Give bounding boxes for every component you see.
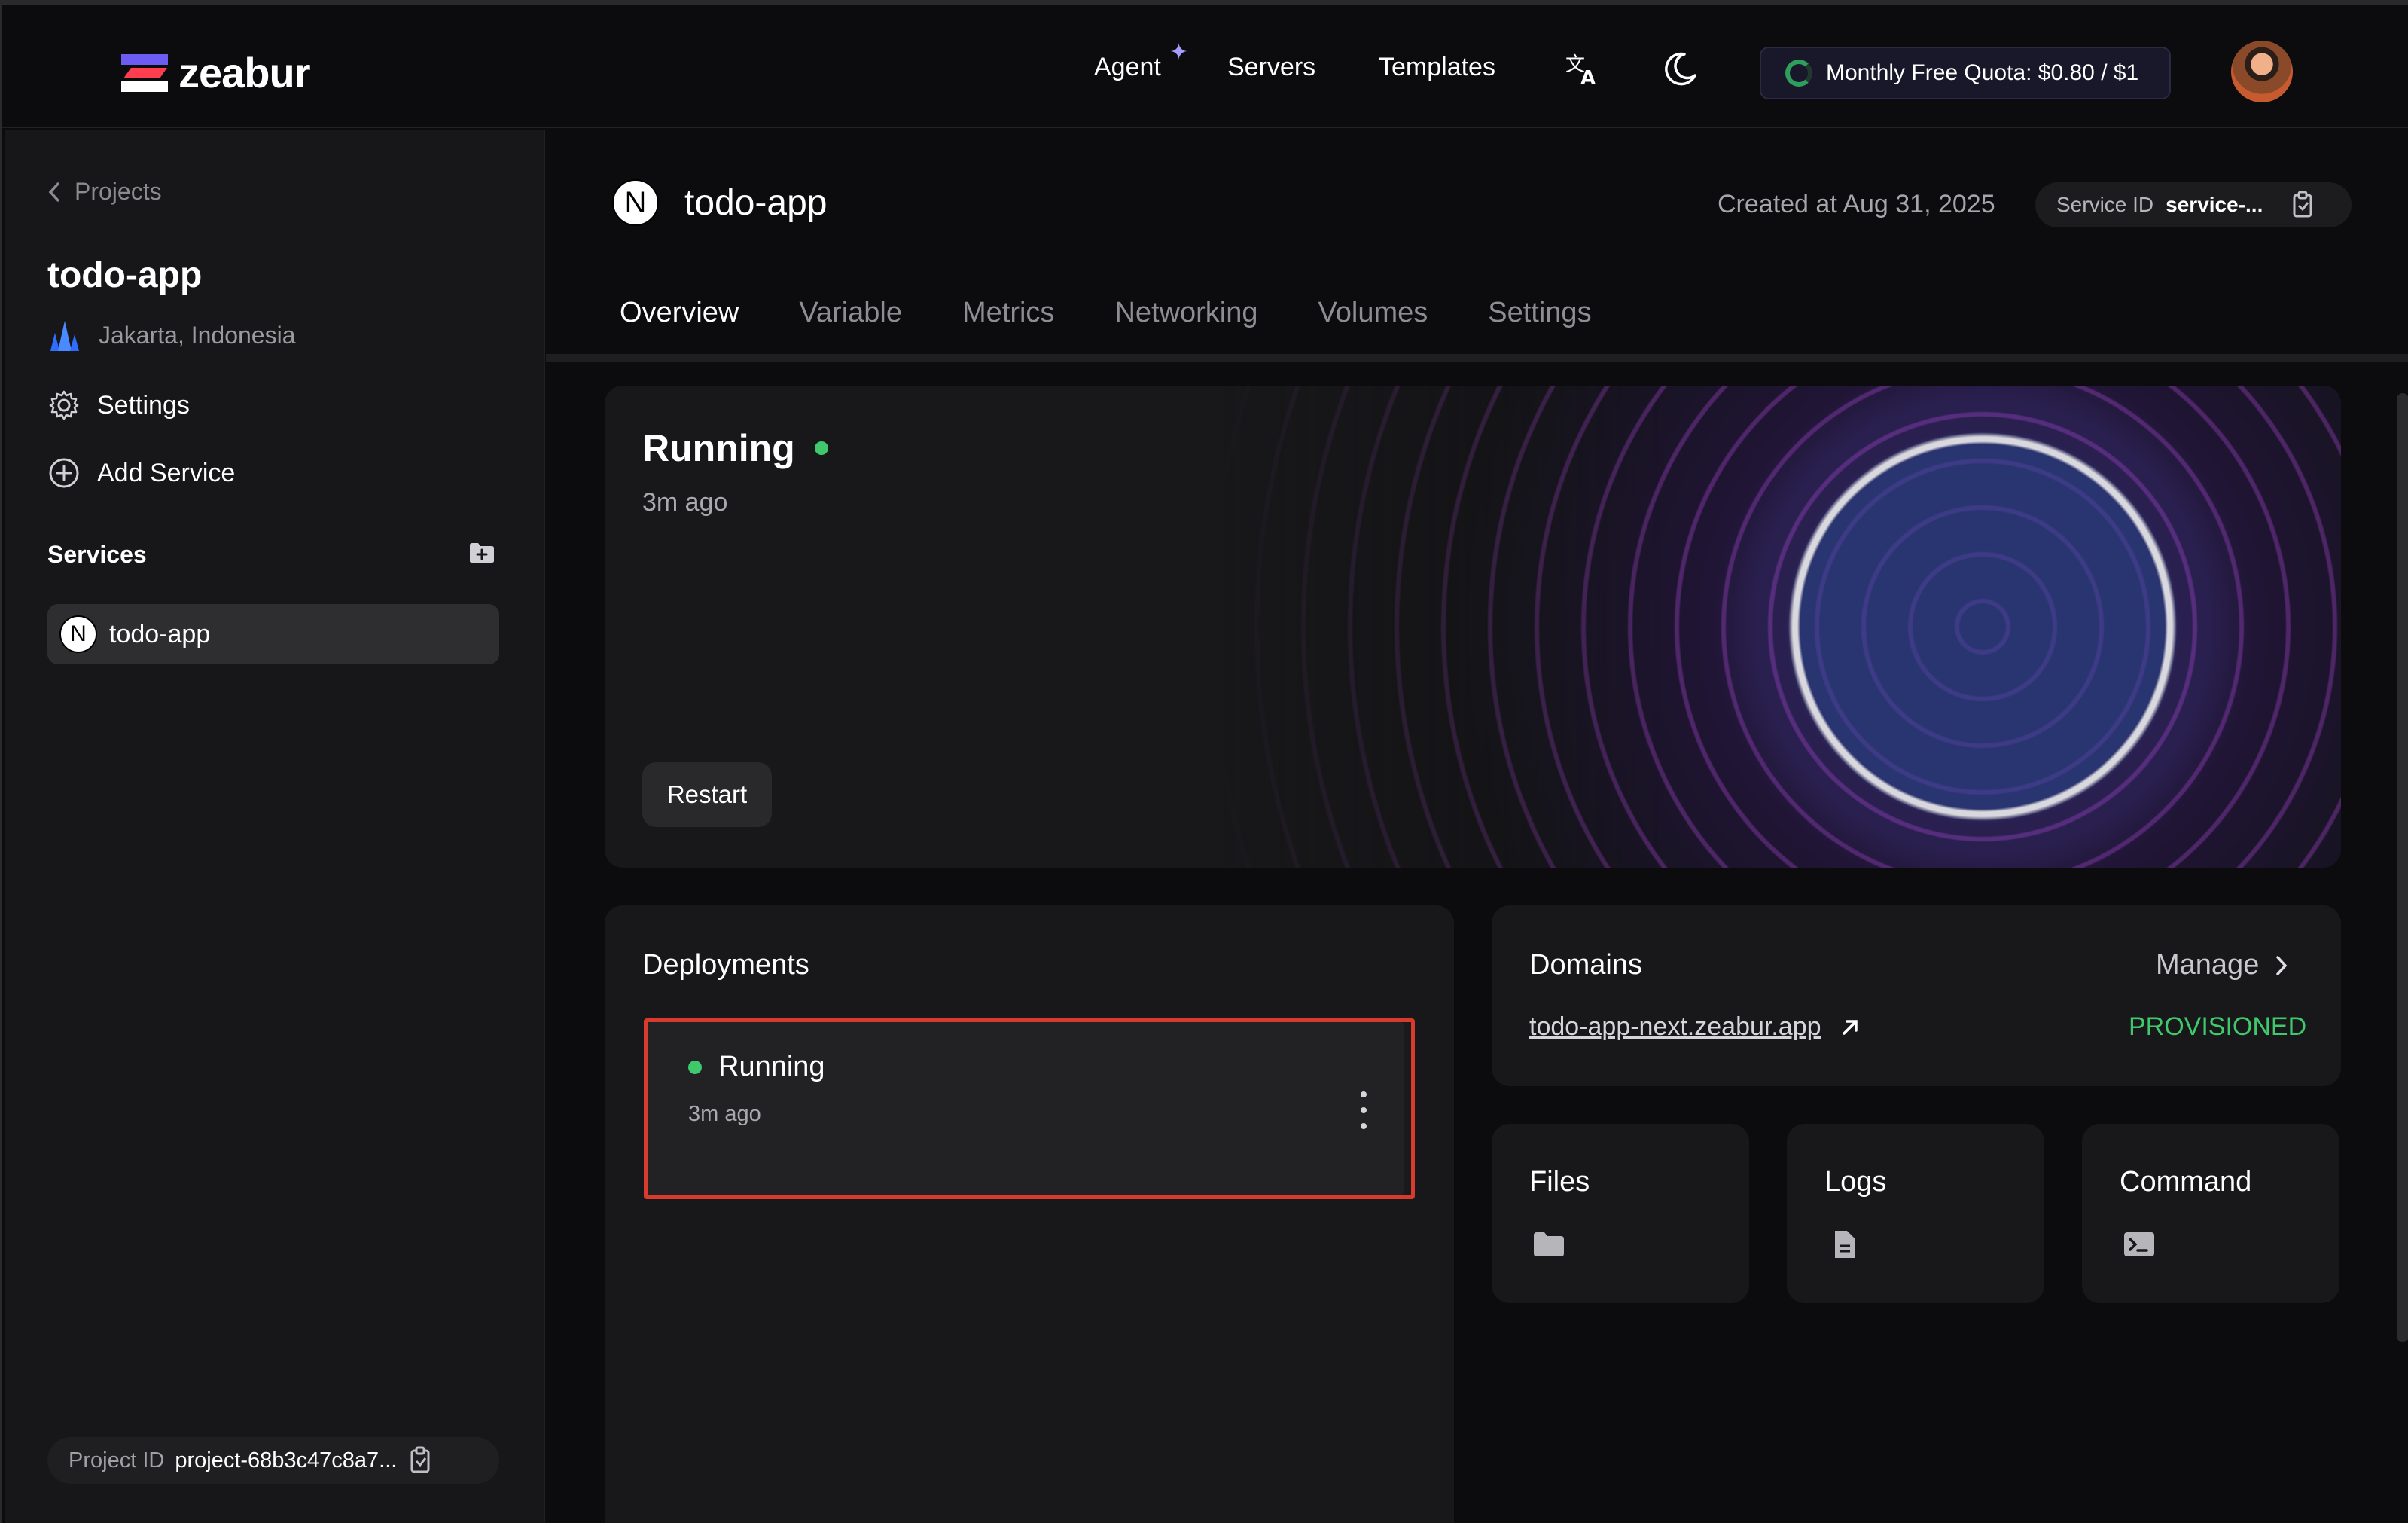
command-label: Command <box>2120 1166 2252 1198</box>
zeabur-logo[interactable]: zeabur <box>121 48 310 97</box>
nextjs-logo-icon: N <box>612 179 659 226</box>
nav-servers[interactable]: Servers <box>1227 53 1315 82</box>
service-tabs: Overview Variable Metrics Networking Vol… <box>620 297 1592 329</box>
region-flame-icon <box>50 321 79 351</box>
chevron-left-icon <box>48 182 59 202</box>
files-card[interactable]: Files <box>1492 1124 1749 1303</box>
tab-divider <box>546 354 2408 362</box>
tab-variable[interactable]: Variable <box>799 297 902 329</box>
command-card[interactable]: Command <box>2082 1124 2339 1303</box>
services-heading: Services <box>47 541 147 568</box>
folder-icon <box>1534 1232 1564 1256</box>
service-id-pill: Service ID service-... <box>2035 182 2352 227</box>
external-link-icon <box>1842 1019 1858 1035</box>
quota-text: Monthly Free Quota: $0.80 / $1 <box>1826 60 2139 85</box>
deployment-status-label: Running <box>718 1051 825 1082</box>
project-id-value: project-68b3c47c8a7... <box>175 1448 398 1473</box>
project-region: Jakarta, Indonesia <box>47 318 296 353</box>
sidebar-item-todo-app[interactable]: N todo-app <box>47 604 499 664</box>
nav-agent[interactable]: Agent ✦ <box>1094 40 1188 82</box>
logs-label: Logs <box>1824 1166 1887 1198</box>
chevron-right-icon <box>2276 955 2288 975</box>
tab-overview[interactable]: Overview <box>620 297 739 329</box>
back-to-projects-link[interactable]: Projects <box>46 178 162 206</box>
status-heading: Running <box>642 426 828 470</box>
restart-button[interactable]: Restart <box>642 762 772 827</box>
domain-link[interactable]: todo-app-next.zeabur.app <box>1529 1012 1861 1042</box>
tab-networking[interactable]: Networking <box>1114 297 1257 329</box>
nav-agent-label: Agent <box>1094 53 1161 81</box>
moon-icon[interactable] <box>1662 50 1699 87</box>
status-dot <box>814 441 828 455</box>
deployment-status: Running <box>688 1051 825 1083</box>
region-label: Jakarta, Indonesia <box>99 321 296 349</box>
status-label: Running <box>642 427 795 469</box>
deployment-item-body: Running 3m ago <box>648 1022 1404 1195</box>
hero-ring-illustration <box>1222 386 2341 868</box>
deployments-card: Deployments Running 3m ago <box>605 905 1454 1523</box>
copy-icon[interactable] <box>407 1446 433 1475</box>
translate-icon[interactable]: 文 A <box>1564 50 1602 87</box>
status-card: Running 3m ago Restart <box>605 386 2341 868</box>
user-avatar[interactable] <box>2231 41 2293 102</box>
zeabur-logo-icon <box>121 53 168 92</box>
service-title: todo-app <box>684 182 828 223</box>
more-options-icon[interactable] <box>1352 1091 1375 1129</box>
domain-url: todo-app-next.zeabur.app <box>1529 1012 1821 1041</box>
top-navigation-bar: zeabur Agent ✦ Servers Templates 文 A Mon… <box>2 9 2408 128</box>
app-frame: zeabur Agent ✦ Servers Templates 文 A Mon… <box>0 0 2408 1523</box>
quota-progress-icon <box>1785 60 1812 87</box>
service-header: N todo-app <box>612 179 828 226</box>
service-name-label: todo-app <box>109 619 211 649</box>
add-service-button[interactable]: Add Service <box>47 456 235 490</box>
logs-card[interactable]: Logs <box>1787 1124 2044 1303</box>
main-scrollbar[interactable] <box>2397 393 2408 1342</box>
service-id-value: service-... <box>2166 193 2263 216</box>
sparkle-icon: ✦ <box>1169 40 1189 65</box>
service-id-label: Service ID <box>2056 193 2154 216</box>
manage-domains-link[interactable]: Manage <box>2156 949 2289 981</box>
domains-card: Domains Manage todo-app-next.zeabur.app … <box>1492 905 2341 1086</box>
tab-metrics[interactable]: Metrics <box>962 297 1054 329</box>
tab-volumes[interactable]: Volumes <box>1318 297 1428 329</box>
terminal-icon <box>2124 1232 2154 1256</box>
manage-label: Manage <box>2156 949 2260 981</box>
folder-add-icon[interactable] <box>469 542 495 563</box>
svg-text:A: A <box>1580 67 1596 87</box>
gear-icon <box>49 390 79 420</box>
deployment-time: 3m ago <box>688 1102 761 1126</box>
project-id-pill: Project ID project-68b3c47c8a7... <box>47 1437 499 1484</box>
nextjs-logo-icon: N <box>59 615 97 653</box>
add-service-label: Add Service <box>97 458 236 487</box>
deployment-item[interactable]: Running 3m ago <box>644 1018 1415 1199</box>
status-dot <box>688 1060 702 1074</box>
sidebar-settings-button[interactable]: Settings <box>47 389 190 422</box>
monthly-quota-badge[interactable]: Monthly Free Quota: $0.80 / $1 <box>1760 47 2171 99</box>
domains-heading: Domains <box>1529 949 1642 981</box>
document-icon <box>1835 1231 1855 1258</box>
plus-circle-icon <box>49 458 79 488</box>
tab-settings[interactable]: Settings <box>1488 297 1591 329</box>
back-label: Projects <box>75 178 162 205</box>
project-id-label: Project ID <box>69 1448 165 1473</box>
domain-status-badge: PROVISIONED <box>2129 1012 2307 1041</box>
copy-icon[interactable] <box>2290 191 2315 219</box>
project-title: todo-app <box>47 255 203 295</box>
nav-templates[interactable]: Templates <box>1379 53 1495 82</box>
files-label: Files <box>1529 1166 1590 1198</box>
created-at: Created at Aug 31, 2025 <box>1718 190 1995 218</box>
deployments-heading: Deployments <box>642 949 809 981</box>
settings-label: Settings <box>97 390 190 420</box>
brand-name: zeabur <box>178 49 310 96</box>
status-time: 3m ago <box>642 488 728 517</box>
